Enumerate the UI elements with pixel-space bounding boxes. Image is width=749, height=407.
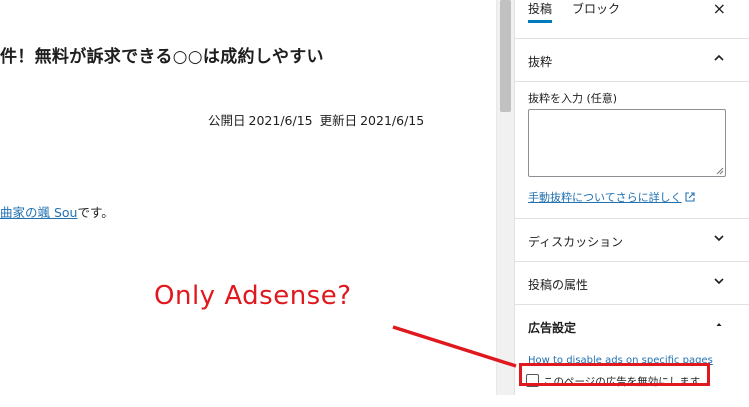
excerpt-textarea[interactable] [528, 109, 726, 177]
excerpt-help-link-text[interactable]: 手動抜粋についてさらに詳しく [528, 191, 682, 204]
panel-excerpt-title: 抜粋 [528, 55, 553, 69]
close-icon[interactable]: × [713, 0, 726, 18]
post-title[interactable]: 件！無料が訴求できる○○は成約しやすい [0, 42, 324, 67]
panel-ad-settings-header[interactable]: 広告設定 [515, 305, 749, 347]
published-label: 公開日 [208, 113, 246, 128]
panel-excerpt-header[interactable]: 抜粋 [515, 39, 749, 82]
scrollbar-thumb[interactable] [500, 0, 511, 112]
resize-grip-icon[interactable] [715, 166, 724, 175]
author-link[interactable]: 曲家の颯 Sou [0, 205, 77, 220]
panel-excerpt-body: 抜粋を入力 (任意) 手動抜粋についてさらに詳しく [515, 82, 749, 219]
panel-attributes-header[interactable]: 投稿の属性 [515, 262, 749, 305]
panel-discussion-title: ディスカッション [528, 235, 624, 249]
tab-post[interactable]: 投稿 [528, 0, 552, 23]
settings-sidebar: 投稿 ブロック × 抜粋 抜粋を入力 (任意) 手動抜粋についてさらに詳しく デ… [514, 0, 749, 395]
chevron-down-icon [714, 278, 724, 285]
editor-canvas: 件！無料が訴求できる○○は成約しやすい 公開日 2021/6/15 更新日 2021… [0, 0, 496, 395]
paragraph-suffix: です。 [77, 205, 114, 220]
chevron-up-icon [714, 54, 724, 61]
chevron-down-icon [714, 235, 724, 242]
highlight-box [519, 363, 710, 386]
post-paragraph[interactable]: 曲家の颯 Souです。 [0, 202, 114, 221]
tab-block[interactable]: ブロック [572, 0, 620, 36]
panel-ad-settings-title: 広告設定 [528, 321, 577, 335]
excerpt-help-link[interactable]: 手動抜粋についてさらに詳しく [528, 189, 695, 205]
external-link-icon [685, 192, 695, 202]
updated-date: 2021/6/15 [360, 113, 425, 128]
panel-discussion-header[interactable]: ディスカッション [515, 219, 749, 262]
triangle-up-icon [716, 323, 722, 326]
panel-attributes-title: 投稿の属性 [528, 278, 589, 292]
post-dates: 公開日 2021/6/15 更新日 2021/6/15 [208, 110, 427, 129]
excerpt-label: 抜粋を入力 (任意) [528, 92, 618, 105]
published-date: 2021/6/15 [248, 113, 313, 128]
editor-scrollbar[interactable] [496, 0, 514, 395]
updated-label: 更新日 [319, 113, 358, 128]
sidebar-tabs: 投稿 ブロック × [515, 0, 749, 39]
annotation-text: Only Adsense? [154, 281, 352, 311]
